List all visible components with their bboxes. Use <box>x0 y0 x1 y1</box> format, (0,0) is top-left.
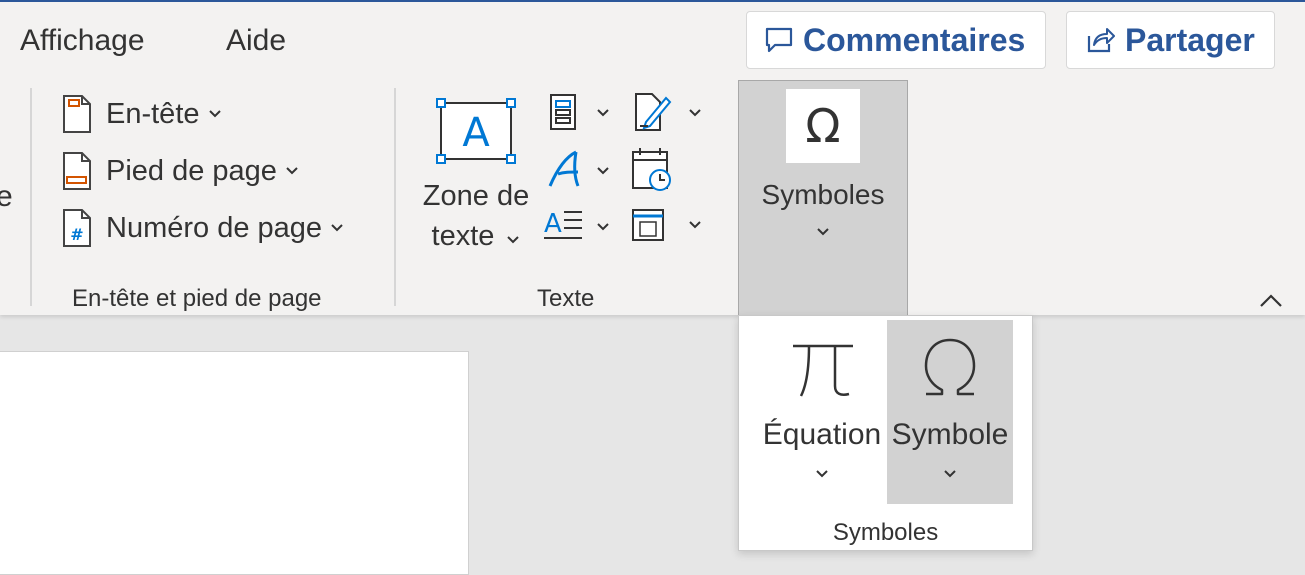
chevron-down-icon <box>944 470 956 478</box>
date-time-icon <box>632 148 671 191</box>
group-label-symbols: Symboles <box>832 519 939 546</box>
share-icon <box>1087 28 1115 53</box>
drop-cap-button[interactable]: A <box>542 204 616 246</box>
page-number-icon: # <box>63 209 91 247</box>
header-button[interactable]: En-tête <box>62 92 222 136</box>
date-time-button[interactable] <box>630 146 674 192</box>
chevron-down-icon <box>331 224 343 232</box>
group-label-text: Texte <box>537 285 595 312</box>
textbox-label-line1: Zone de <box>422 180 530 212</box>
tab-affichage[interactable]: Affichage <box>20 24 145 58</box>
comment-icon <box>765 27 793 53</box>
comments-button[interactable]: Commentaires <box>746 11 1046 69</box>
pi-icon <box>793 344 853 397</box>
group-label-header-footer: En-tête et pied de page <box>72 285 322 312</box>
chevron-down-icon <box>597 109 609 117</box>
header-label: En-tête <box>106 97 200 130</box>
drop-cap-icon: A <box>544 209 582 239</box>
footer-button[interactable]: Pied de page <box>62 149 299 193</box>
comments-label: Commentaires <box>803 21 1026 58</box>
textbox-icon: A <box>436 98 516 164</box>
document-page[interactable] <box>0 351 469 575</box>
chevron-down-icon <box>597 167 609 175</box>
ribbon: Affichage Aide Commentaires Partager e E… <box>0 0 1305 316</box>
chevron-down-icon <box>286 167 298 175</box>
symbols-button[interactable]: Ω Symboles <box>738 80 908 316</box>
textbox-label-line2: texte <box>431 220 495 252</box>
quick-parts-icon <box>550 94 576 130</box>
collapse-ribbon-icon[interactable] <box>1258 292 1284 310</box>
footer-label: Pied de page <box>106 154 277 187</box>
omega-icon: Ω <box>786 89 860 163</box>
symbol-label: Symbole <box>891 418 1009 451</box>
equation-label: Équation <box>762 418 882 451</box>
quick-parts-button[interactable] <box>546 92 616 134</box>
separator <box>30 88 32 306</box>
signature-line-icon <box>635 93 672 131</box>
share-button[interactable]: Partager <box>1066 11 1275 69</box>
cut-off-label-fragment: e <box>0 180 13 213</box>
wordart-button[interactable] <box>546 148 616 192</box>
signature-line-button[interactable] <box>632 90 708 134</box>
equation-button[interactable]: Équation <box>759 320 885 504</box>
svg-text:A: A <box>462 110 490 156</box>
page-number-button[interactable]: # Numéro de page <box>62 206 344 250</box>
svg-text:#: # <box>70 225 83 244</box>
header-page-icon <box>63 95 91 133</box>
share-label: Partager <box>1125 21 1255 58</box>
chevron-down-icon <box>689 221 701 229</box>
chevron-down-icon <box>507 236 520 244</box>
symbol-button[interactable]: Symbole <box>887 320 1013 504</box>
chevron-down-icon <box>208 110 221 118</box>
tab-aide[interactable]: Aide <box>226 24 286 58</box>
chevron-down-icon <box>817 228 829 236</box>
footer-page-icon <box>63 152 91 190</box>
chevron-down-icon <box>689 109 701 117</box>
svg-text:A: A <box>544 209 562 239</box>
wordart-icon <box>548 150 580 187</box>
omega-icon <box>924 338 976 396</box>
textbox-button[interactable]: A Zone de texte <box>416 96 536 266</box>
object-icon <box>632 209 664 241</box>
symbols-label: Symboles <box>761 179 885 210</box>
object-button[interactable] <box>630 204 706 246</box>
separator <box>394 88 396 306</box>
page-number-label: Numéro de page <box>106 211 323 244</box>
symbols-dropdown: Équation Symbole Symboles <box>738 315 1033 551</box>
chevron-down-icon <box>816 470 828 478</box>
chevron-down-icon <box>597 223 609 231</box>
